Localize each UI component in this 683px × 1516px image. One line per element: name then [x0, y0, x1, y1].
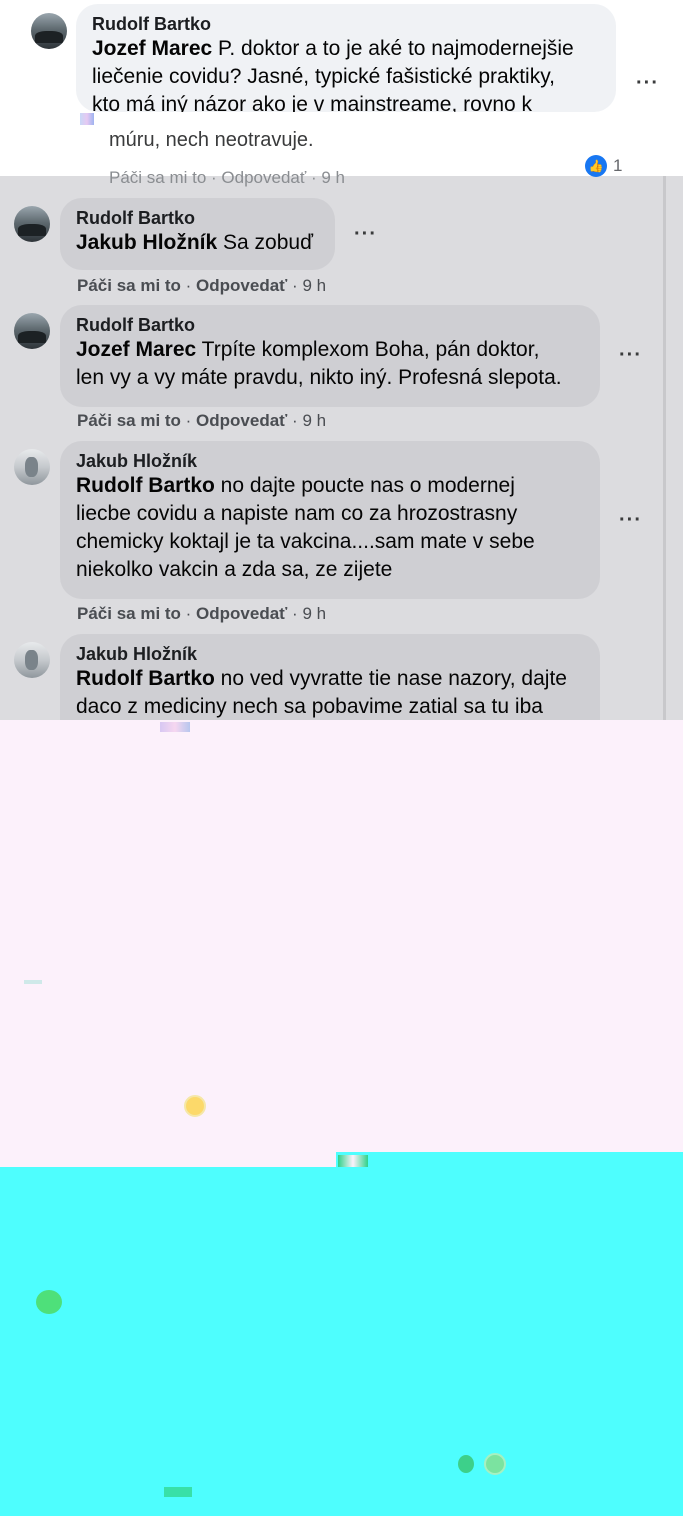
glitch-pixels	[80, 113, 94, 125]
corrupted-region-pink	[0, 720, 683, 1170]
reply-link[interactable]: Odpovedať	[196, 604, 287, 623]
mention-link[interactable]: Jozef Marec	[76, 338, 196, 361]
comment-author[interactable]: Jakub Hložník	[76, 450, 584, 472]
glitch-pixels	[160, 722, 190, 732]
like-link[interactable]: Páči sa mi to	[109, 168, 206, 187]
avatar[interactable]	[31, 13, 67, 49]
glitch-pixels	[164, 1487, 192, 1497]
mention-link[interactable]: Rudolf Bartko	[76, 474, 215, 497]
reply-link[interactable]: Odpovedať	[196, 276, 287, 295]
comment-time: 9 h	[321, 168, 345, 187]
comment-text-continued: múru, nech neotravuje.	[109, 129, 314, 151]
glitch-pixels	[24, 980, 42, 984]
comment-author[interactable]: Rudolf Bartko	[76, 207, 319, 229]
comment-text: Rudolf Bartko no ved vyvratte tie nase n…	[76, 667, 567, 718]
like-link[interactable]: Páči sa mi to	[77, 276, 181, 295]
mention-link[interactable]: Jozef Marec	[92, 37, 212, 60]
comment-text: Rudolf Bartko no dajte poucte nas o mode…	[76, 474, 535, 581]
more-options-icon[interactable]: ···	[619, 509, 642, 532]
comment-text: Jozef Marec Trpíte komplexom Boha, pán d…	[76, 338, 562, 389]
mention-link[interactable]: Rudolf Bartko	[76, 667, 215, 690]
reply-link[interactable]: Odpovedať	[221, 168, 306, 187]
comment-actions: Páči sa mi to · Odpovedať · 9 h	[77, 411, 327, 430]
corrupted-region-cyan	[0, 1167, 683, 1516]
comment-bubble: Jakub Hložník Rudolf Bartko no ved vyvra…	[60, 634, 600, 720]
emoji-icon	[484, 1453, 506, 1475]
more-options-icon[interactable]: ···	[636, 72, 659, 95]
glitch-blob	[458, 1455, 474, 1473]
like-link[interactable]: Páči sa mi to	[77, 604, 181, 623]
avatar[interactable]	[14, 449, 50, 485]
comment-text: Jakub Hložník Sa zobuď	[76, 231, 314, 254]
like-link[interactable]: Páči sa mi to	[77, 411, 181, 430]
comment-author[interactable]: Jakub Hložník	[76, 643, 584, 665]
glitch-pixels	[338, 1155, 368, 1167]
emoji-icon	[184, 1095, 206, 1117]
comment-actions: Páči sa mi to · Odpovedať · 9 h	[77, 604, 327, 623]
avatar[interactable]	[14, 313, 50, 349]
comment-actions: Páči sa mi to · Odpovedať · 9 h	[109, 168, 345, 187]
scrollbar[interactable]	[663, 176, 666, 721]
mention-link[interactable]: Jakub Hložník	[76, 231, 217, 254]
reply-link[interactable]: Odpovedať	[196, 411, 287, 430]
comment-bubble: Jakub Hložník Rudolf Bartko no dajte pou…	[60, 441, 600, 599]
comment-author[interactable]: Rudolf Bartko	[76, 314, 584, 336]
avatar[interactable]	[14, 206, 50, 242]
comment-bubble: Rudolf Bartko Jozef Marec Trpíte komplex…	[60, 305, 600, 407]
comment-time: 9 h	[302, 276, 327, 295]
comment-author[interactable]: Rudolf Bartko	[92, 13, 600, 35]
more-options-icon[interactable]: ···	[619, 344, 642, 367]
comment-bubble: Rudolf Bartko Jakub Hložník Sa zobuď	[60, 198, 335, 270]
comment-actions: Páči sa mi to · Odpovedať · 9 h	[77, 276, 327, 295]
comment-time: 9 h	[302, 604, 327, 623]
like-reaction-icon[interactable]: 👍	[585, 155, 607, 177]
reaction-count[interactable]: 1	[613, 156, 622, 176]
glitch-blob	[36, 1290, 62, 1314]
avatar[interactable]	[14, 642, 50, 678]
comment-time: 9 h	[302, 411, 327, 430]
corrupted-region-notch	[0, 1150, 336, 1168]
comment-text: Jozef Marec P. doktor a to je aké to naj…	[92, 37, 574, 112]
more-options-icon[interactable]: ···	[354, 223, 377, 246]
corrupted-region-strip	[336, 1152, 683, 1168]
comment-bubble: Rudolf Bartko Jozef Marec P. doktor a to…	[76, 4, 616, 112]
